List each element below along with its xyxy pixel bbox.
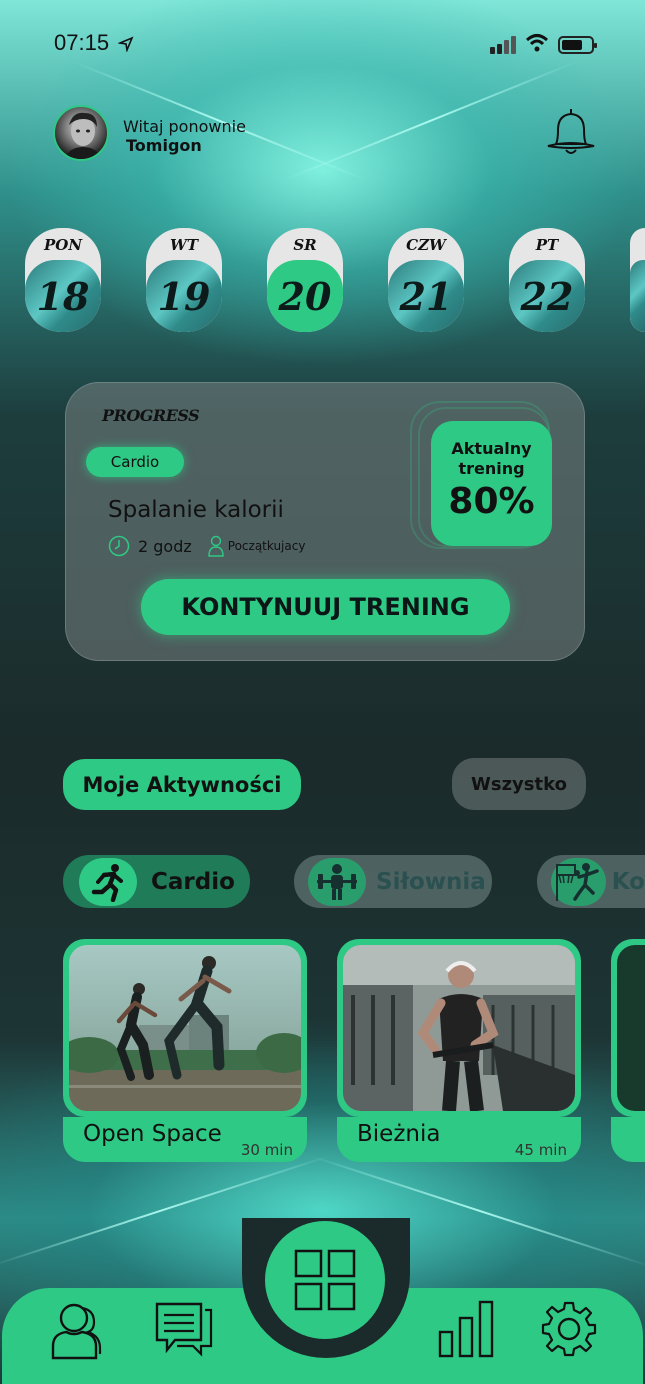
dashboard-button[interactable]	[265, 1221, 385, 1339]
greeting-text: Witaj ponownie	[123, 117, 246, 136]
dashboard-icon	[294, 1249, 356, 1311]
day-name: SR	[293, 236, 317, 254]
day-pt[interactable]: PT 22	[509, 228, 585, 332]
status-bar: 07:15	[0, 0, 645, 90]
day-czw[interactable]: CZW 21	[388, 228, 464, 332]
day-number: 20	[267, 260, 343, 332]
day-number: 18	[25, 260, 101, 332]
day-name: PT	[535, 236, 559, 254]
chat-icon[interactable]	[155, 1302, 213, 1358]
show-all-button[interactable]: Wszystko	[452, 758, 586, 810]
day-sr[interactable]: SR 20	[267, 228, 343, 332]
category-label: Siłownia	[376, 868, 486, 895]
day-pon[interactable]: PON 18	[25, 228, 101, 332]
username-text: Tomigon	[126, 136, 202, 155]
progress-card: PROGRESS Cardio Spalanie kalorii 2 godz …	[65, 382, 585, 661]
day-wt[interactable]: WT 19	[146, 228, 222, 332]
activity-duration: 45 min	[514, 1141, 567, 1159]
person-icon	[208, 535, 224, 557]
status-time: 07:15	[54, 30, 110, 55]
my-activities-title: Moje Aktywności	[63, 759, 301, 810]
duration-text: 2 godz	[138, 536, 192, 556]
signal-icon	[490, 35, 518, 54]
profile-icon[interactable]	[50, 1300, 102, 1360]
category-koszykowka[interactable]: Ko	[537, 855, 645, 908]
day-next-partial[interactable]	[630, 228, 645, 332]
day-name: PON	[43, 236, 83, 254]
location-arrow-icon	[118, 36, 134, 52]
settings-icon[interactable]	[540, 1300, 598, 1358]
category-cardio[interactable]: Cardio	[63, 855, 250, 908]
running-icon	[79, 857, 137, 906]
category-label: Ko	[611, 868, 645, 895]
activity-image	[69, 945, 301, 1111]
activity-duration: 30 min	[240, 1141, 293, 1159]
clock-icon	[108, 535, 130, 557]
workout-title: Spalanie kalorii	[108, 497, 284, 523]
activity-tile-open-space[interactable]	[63, 939, 307, 1117]
day-number-partial	[630, 260, 645, 332]
workout-meta: 2 godz Początkujacy	[108, 535, 305, 557]
activity-footer-partial[interactable]	[611, 1117, 645, 1162]
day-number: 22	[509, 260, 585, 332]
day-name: WT	[169, 236, 198, 254]
basketball-icon	[551, 857, 606, 906]
activity-image	[343, 945, 575, 1111]
day-number: 19	[146, 260, 222, 332]
bell-icon[interactable]	[544, 106, 598, 158]
category-silownia[interactable]: Siłownia	[294, 855, 492, 908]
activity-image	[617, 945, 645, 1111]
category-label: Cardio	[151, 868, 235, 895]
activity-name: Bieżnia	[357, 1121, 441, 1147]
wifi-icon	[525, 34, 549, 52]
avatar[interactable]	[53, 105, 109, 161]
progress-percent: 80%	[448, 481, 535, 522]
day-name: CZW	[406, 236, 446, 254]
progress-title: PROGRESS	[102, 406, 200, 425]
continue-training-button[interactable]: KONTYNUUJ TRENING	[141, 579, 510, 635]
day-number: 21	[388, 260, 464, 332]
current-training-label: Aktualny trening	[451, 439, 532, 478]
activity-footer[interactable]: Bieżnia 45 min	[337, 1117, 581, 1162]
activity-tile-bieznia[interactable]	[337, 939, 581, 1117]
avatar-portrait-icon	[64, 112, 102, 159]
battery-icon	[558, 36, 597, 54]
current-progress-box: Aktualny trening 80%	[431, 421, 552, 546]
activity-footer[interactable]: Open Space 30 min	[63, 1117, 307, 1162]
weightlifting-icon	[308, 857, 366, 906]
stats-icon[interactable]	[438, 1300, 496, 1358]
activity-name: Open Space	[83, 1121, 222, 1147]
level-text: Początkujacy	[227, 539, 306, 553]
category-chip: Cardio	[86, 447, 184, 477]
bottom-nav	[0, 1218, 645, 1384]
activity-tile-partial[interactable]	[611, 939, 645, 1117]
